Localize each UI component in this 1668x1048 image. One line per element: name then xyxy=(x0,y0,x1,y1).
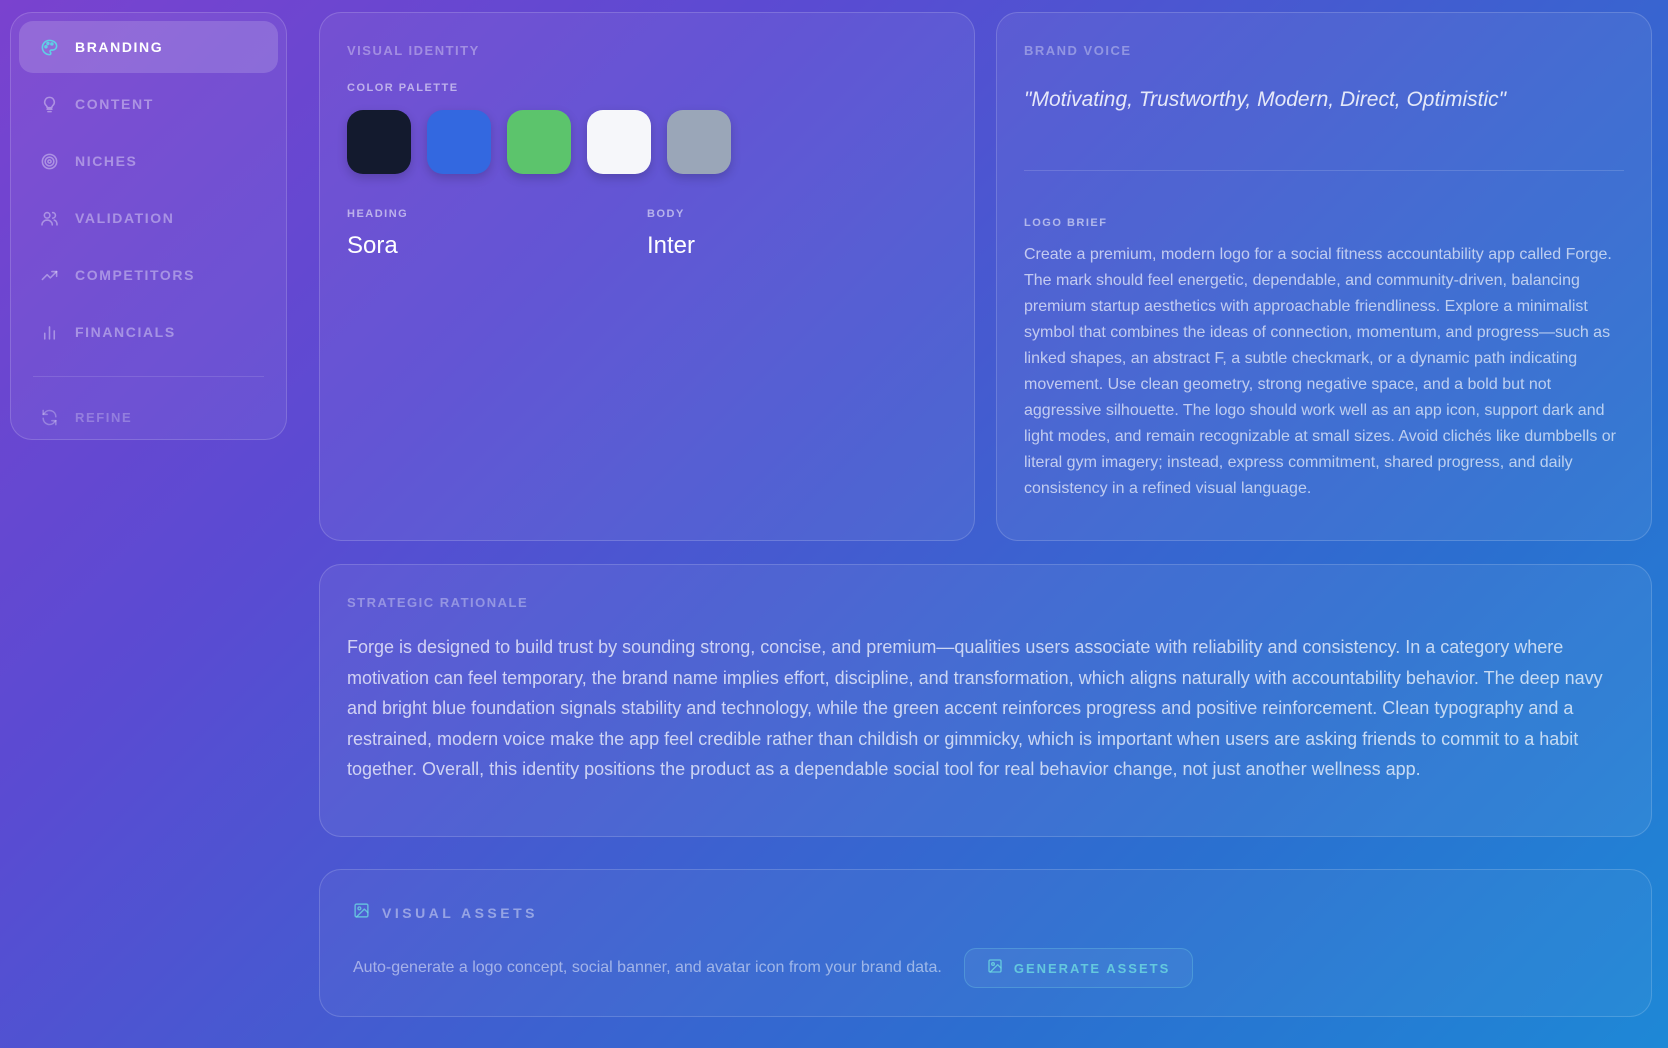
visual-assets-header: VISUAL ASSETS xyxy=(353,902,1618,924)
visual-assets-title: VISUAL ASSETS xyxy=(382,905,538,921)
refine-button[interactable]: REFINE xyxy=(19,391,278,443)
strategic-rationale-card: STRATEGIC RATIONALE Forge is designed to… xyxy=(319,564,1652,837)
generate-assets-button[interactable]: GENERATE ASSETS xyxy=(963,948,1194,988)
refresh-icon xyxy=(39,407,59,427)
sidebar-item-branding[interactable]: BRANDING xyxy=(19,21,278,73)
strategic-rationale-text: Forge is designed to build trust by soun… xyxy=(347,637,1603,779)
sidebar-item-label: CONTENT xyxy=(75,96,154,112)
body-font-label: BODY xyxy=(647,208,685,220)
color-swatch[interactable] xyxy=(587,110,651,174)
color-palette-label: COLOR PALETTE xyxy=(347,82,459,94)
color-swatch[interactable] xyxy=(667,110,731,174)
sidebar-item-validation[interactable]: VALIDATION xyxy=(19,192,278,244)
color-swatch[interactable] xyxy=(507,110,571,174)
sidebar-item-label: COMPETITORS xyxy=(75,267,196,283)
visual-assets-row: Auto-generate a logo concept, social ban… xyxy=(353,948,1618,988)
users-icon xyxy=(39,208,59,228)
voice-divider xyxy=(1024,170,1624,171)
image-icon xyxy=(987,958,1014,979)
sidebar-item-label: BRANDING xyxy=(75,39,164,55)
brand-voice-card: BRAND VOICE "Motivating, Trustworthy, Mo… xyxy=(996,12,1652,541)
brand-voice-quote: "Motivating, Trustworthy, Modern, Direct… xyxy=(1024,88,1507,111)
target-icon xyxy=(39,151,59,171)
visual-assets-description: Auto-generate a logo concept, social ban… xyxy=(353,959,942,976)
visual-identity-title: VISUAL IDENTITY xyxy=(347,43,480,58)
strategic-rationale-title: STRATEGIC RATIONALE xyxy=(347,595,529,610)
sidebar: BRANDING CONTENT NICHES VALIDATION COMPE… xyxy=(10,12,287,440)
color-swatch[interactable] xyxy=(427,110,491,174)
heading-font-name: Sora xyxy=(347,232,398,259)
color-palette xyxy=(347,110,947,174)
sidebar-item-label: NICHES xyxy=(75,153,138,169)
sidebar-divider xyxy=(33,376,264,377)
heading-font-label: HEADING xyxy=(347,208,409,220)
image-icon xyxy=(353,902,382,924)
heading-font-group: HEADING Sora xyxy=(347,208,647,260)
sidebar-item-content[interactable]: CONTENT xyxy=(19,78,278,130)
sidebar-item-niches[interactable]: NICHES xyxy=(19,135,278,187)
trending-up-icon xyxy=(39,265,59,285)
sidebar-item-financials[interactable]: FINANCIALS xyxy=(19,306,278,358)
generate-assets-label: GENERATE ASSETS xyxy=(1013,960,1171,976)
palette-icon xyxy=(39,37,59,57)
lightbulb-icon xyxy=(39,94,59,114)
refine-label: REFINE xyxy=(75,409,133,425)
color-swatch[interactable] xyxy=(347,110,411,174)
body-font-name: Inter xyxy=(647,232,696,259)
logo-brief-text: Create a premium, modern logo for a soci… xyxy=(1024,246,1616,497)
typography: HEADING Sora BODY Inter xyxy=(347,208,947,260)
brand-voice-title: BRAND VOICE xyxy=(1024,43,1132,58)
sidebar-item-competitors[interactable]: COMPETITORS xyxy=(19,249,278,301)
sidebar-item-label: FINANCIALS xyxy=(75,324,176,340)
bar-chart-icon xyxy=(39,322,59,342)
sidebar-item-label: VALIDATION xyxy=(75,210,175,226)
visual-identity-card: VISUAL IDENTITY COLOR PALETTE HEADING So… xyxy=(319,12,975,541)
visual-assets-card: VISUAL ASSETS Auto-generate a logo conce… xyxy=(319,869,1652,1017)
body-font-group: BODY Inter xyxy=(647,208,947,260)
logo-brief-label: LOGO BRIEF xyxy=(1024,217,1108,229)
